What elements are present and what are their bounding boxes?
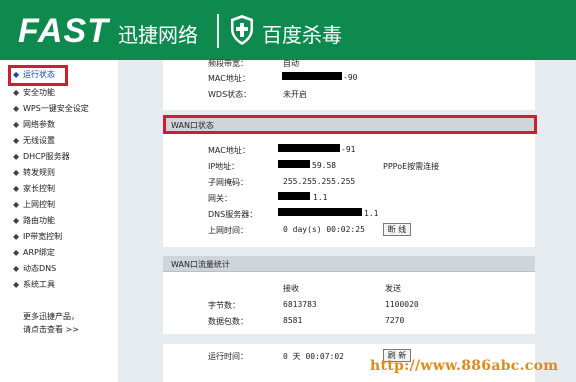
bullet-icon: ◆ <box>13 232 20 241</box>
redacted-mac <box>282 72 342 80</box>
packets-send: 7270 <box>385 316 405 325</box>
fast-logo: FAST <box>18 12 109 50</box>
bullet-icon: ◆ <box>13 152 20 161</box>
brand-name: 迅捷网络 <box>118 23 198 47</box>
status-highlight-box <box>8 65 68 86</box>
sidebar-item-wireless[interactable]: ◆ 无线设置 <box>0 134 118 148</box>
shield-icon <box>231 15 253 45</box>
bandwidth-label: 频段带宽： <box>208 59 248 68</box>
bullet-icon: ◆ <box>13 136 20 145</box>
uptime-value: 0 day(s) 00:02:25 <box>283 225 365 234</box>
disconnect-button[interactable]: 断 线 <box>383 223 411 236</box>
connection-type: PPPoE按需连接 <box>383 162 440 171</box>
subnet-mask-label: 子网掩码： <box>208 178 248 187</box>
sidebar-item-arp[interactable]: ◆ ARP绑定 <box>0 246 118 260</box>
sidebar-item-dhcp[interactable]: ◆ DHCP服务器 <box>0 150 118 164</box>
wan-highlight-box <box>163 115 537 134</box>
bullet-icon: ◆ <box>13 280 20 289</box>
bullet-icon: ◆ <box>13 216 20 225</box>
wan-ip-label: IP地址： <box>208 162 240 171</box>
sidebar-item-bandwidth[interactable]: ◆ IP带宽控制 <box>0 230 118 244</box>
wireless-status-panel: 频段带宽： 自动 MAC地址： -90 WDS状态： 未开启 <box>163 59 535 110</box>
sidebar-item-system-tools[interactable]: ◆ 系统工具 <box>0 278 118 292</box>
sidebar-item-security[interactable]: ◆ 安全功能 <box>0 86 118 100</box>
traffic-stats-panel: WAN口流量统计 接收 发送 字节数： 6813783 1100020 数据包数… <box>163 256 535 334</box>
bandwidth-value: 自动 <box>283 59 299 68</box>
antivirus-label: 百度杀毒 <box>262 23 342 47</box>
packets-recv: 8581 <box>283 316 303 325</box>
redacted-ip <box>278 160 310 168</box>
bytes-send: 1100020 <box>385 300 419 309</box>
more-products-link[interactable]: 请点击查看 >> <box>23 324 79 336</box>
bytes-label: 字节数： <box>208 301 240 310</box>
sidebar: ◆ 运行状态 ◆ 安全功能 ◆ WPS一键安全设定 ◆ 网络参数 ◆ 无线设置 ◆ DHCP… <box>0 60 118 382</box>
dns-label: DNS服务器： <box>208 210 258 219</box>
subnet-mask-value: 255.255.255.255 <box>283 177 356 186</box>
runtime-label: 运行时间： <box>208 352 248 361</box>
recv-column-header: 接收 <box>283 284 299 293</box>
header-bar: FAST 迅捷网络 百度杀毒 <box>0 0 576 60</box>
sidebar-item-forwarding[interactable]: ◆ 转发规则 <box>0 166 118 180</box>
send-column-header: 发送 <box>385 284 401 293</box>
sidebar-item-access-control[interactable]: ◆ 上网控制 <box>0 198 118 212</box>
more-products-text: 更多迅捷产品， <box>23 312 79 321</box>
bullet-icon: ◆ <box>13 248 20 257</box>
sidebar-item-network[interactable]: ◆ 网络参数 <box>0 118 118 132</box>
redacted-dns <box>278 208 362 216</box>
bullet-icon: ◆ <box>13 104 20 113</box>
wan-mac-label: MAC地址： <box>208 146 250 155</box>
wireless-mac-suffix: -90 <box>343 73 358 82</box>
site-watermark: http://www.886abc.com <box>370 358 559 374</box>
wan-ip-suffix: 59.58 <box>312 161 337 170</box>
bullet-icon: ◆ <box>13 168 20 177</box>
redacted-mac <box>278 144 340 152</box>
bytes-recv: 6813783 <box>283 300 317 309</box>
traffic-stats-title: WAN口流量统计 <box>171 260 230 269</box>
header-divider <box>217 14 219 48</box>
bullet-icon: ◆ <box>13 120 20 129</box>
main-content: 频段带宽： 自动 MAC地址： -90 WDS状态： 未开启 WAN口状态 MA… <box>118 59 576 382</box>
dns-suffix: 1.1 <box>364 209 379 218</box>
wds-label: WDS状态： <box>208 90 252 99</box>
gateway-suffix: 1.1 <box>313 193 328 202</box>
wds-value: 未开启 <box>283 90 307 99</box>
sidebar-item-routing[interactable]: ◆ 路由功能 <box>0 214 118 228</box>
wan-mac-suffix: -91 <box>341 145 356 154</box>
sidebar-item-ddns[interactable]: ◆ 动态DNS <box>0 262 118 276</box>
wireless-mac-label: MAC地址： <box>208 74 250 83</box>
packets-label: 数据包数： <box>208 317 248 326</box>
bullet-icon: ◆ <box>13 264 20 273</box>
bullet-icon: ◆ <box>13 184 20 193</box>
bullet-icon: ◆ <box>13 88 20 97</box>
gateway-label: 网关： <box>208 194 232 203</box>
redacted-gateway <box>278 192 310 200</box>
runtime-value: 0 天 00:07:02 <box>283 352 344 361</box>
traffic-stats-header: WAN口流量统计 <box>163 256 535 272</box>
wan-status-panel: WAN口状态 MAC地址： -91 IP地址： 59.58 PPPoE按需连接 … <box>163 117 535 247</box>
uptime-label: 上网时间： <box>208 226 248 235</box>
sidebar-item-wps[interactable]: ◆ WPS一键安全设定 <box>0 102 118 116</box>
sidebar-item-parental[interactable]: ◆ 家长控制 <box>0 182 118 196</box>
bullet-icon: ◆ <box>13 200 20 209</box>
